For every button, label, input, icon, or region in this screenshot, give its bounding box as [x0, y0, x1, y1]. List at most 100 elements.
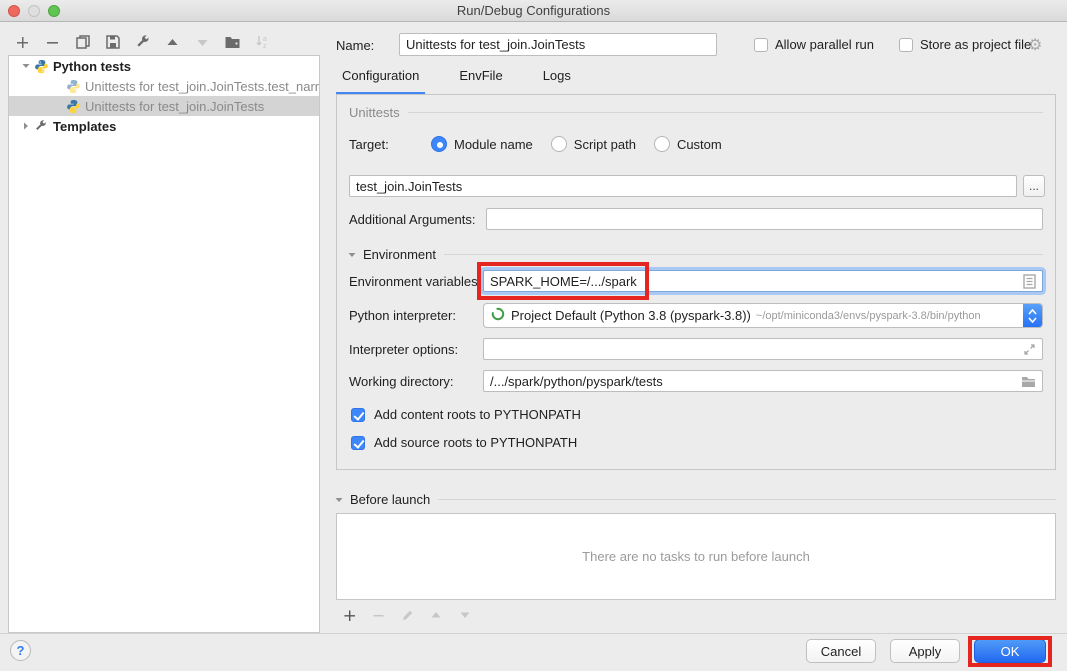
- module-name-value: test_join.JoinTests: [356, 179, 462, 194]
- svg-text:z: z: [263, 43, 267, 50]
- working-directory-label: Working directory:: [349, 374, 454, 389]
- apply-button[interactable]: Apply: [890, 639, 960, 663]
- name-value: Unittests for test_join.JoinTests: [406, 37, 585, 52]
- tree-item-unittests-jointests[interactable]: Unittests for test_join.JoinTests: [9, 96, 319, 116]
- chevron-down-icon[interactable]: [19, 61, 33, 71]
- store-as-project-file-checkbox[interactable]: Store as project file: [899, 37, 1031, 52]
- before-launch-section-header[interactable]: Before launch: [334, 492, 1056, 507]
- module-name-input[interactable]: test_join.JoinTests: [349, 175, 1017, 197]
- chevron-right-icon[interactable]: [19, 121, 33, 131]
- select-stepper-icon[interactable]: [1023, 303, 1042, 328]
- before-launch-title: Before launch: [350, 492, 430, 507]
- checkbox-checked-icon[interactable]: [351, 436, 365, 450]
- unittests-section-header: Unittests: [349, 105, 1043, 120]
- configurations-toolbar: az: [14, 31, 271, 53]
- cancel-button[interactable]: Cancel: [806, 639, 876, 663]
- tree-item-label: Unittests for test_join.JoinTests: [85, 99, 264, 114]
- environment-variables-input[interactable]: SPARK_HOME=/.../spark: [483, 270, 1043, 292]
- remove-task-icon: [371, 608, 385, 622]
- tree-item-label: Templates: [53, 119, 116, 134]
- tree-item-unittests-test-narrow[interactable]: Unittests for test_join.JoinTests.test_n…: [9, 76, 319, 96]
- tree-item-templates[interactable]: Templates: [9, 116, 319, 136]
- environment-section-title: Environment: [363, 247, 436, 262]
- templates-wrench-icon: [33, 118, 49, 134]
- help-button[interactable]: ?: [10, 640, 31, 661]
- edit-task-icon: [400, 608, 414, 622]
- before-launch-task-list: There are no tasks to run before launch: [336, 513, 1056, 600]
- save-configuration-icon[interactable]: [104, 34, 121, 51]
- add-task-icon[interactable]: [342, 608, 356, 622]
- radio-custom-label: Custom: [677, 137, 722, 152]
- move-down-icon: [194, 34, 211, 51]
- config-tabs: Configuration EnvFile Logs: [336, 62, 577, 95]
- interpreter-name: Project Default (Python 3.8 (pyspark-3.8…: [511, 308, 751, 323]
- radio-selected-icon[interactable]: [431, 136, 447, 152]
- radio-module-name-label: Module name: [454, 137, 533, 152]
- chevron-down-icon[interactable]: [347, 250, 357, 260]
- move-up-icon[interactable]: [164, 34, 181, 51]
- before-launch-empty-message: There are no tasks to run before launch: [582, 549, 810, 564]
- interpreter-path: ~/opt/miniconda3/envs/pyspark-3.8/bin/py…: [756, 310, 1023, 322]
- new-folder-icon[interactable]: [224, 34, 241, 51]
- allow-parallel-run-checkbox[interactable]: Allow parallel run: [754, 37, 874, 52]
- interpreter-options-label: Interpreter options:: [349, 342, 458, 357]
- interpreter-options-input[interactable]: [483, 338, 1043, 360]
- additional-arguments-label: Additional Arguments:: [349, 212, 475, 227]
- add-content-roots-checkbox[interactable]: Add content roots to PYTHONPATH: [351, 407, 581, 422]
- footer-divider: [0, 633, 1067, 634]
- radio-module-name[interactable]: Module name: [431, 136, 533, 152]
- chevron-down-icon[interactable]: [334, 495, 344, 505]
- python-config-icon: [65, 98, 81, 114]
- svg-text:a: a: [263, 36, 267, 43]
- move-task-up-icon: [429, 608, 443, 622]
- tab-envfile[interactable]: EnvFile: [453, 62, 508, 95]
- section-divider: [444, 254, 1043, 255]
- add-configuration-icon[interactable]: [14, 34, 31, 51]
- working-directory-input[interactable]: /.../spark/python/pyspark/tests: [483, 370, 1043, 392]
- environment-variables-value: SPARK_HOME=/.../spark: [490, 274, 637, 289]
- radio-script-path-label: Script path: [574, 137, 636, 152]
- radio-custom[interactable]: Custom: [654, 136, 722, 152]
- python-config-icon: [65, 78, 81, 94]
- browse-module-button[interactable]: ...: [1023, 175, 1045, 197]
- section-divider: [438, 499, 1056, 500]
- name-label: Name:: [336, 38, 374, 53]
- remove-configuration-icon[interactable]: [44, 34, 61, 51]
- expand-field-icon[interactable]: [1023, 343, 1036, 356]
- before-launch-toolbar: [342, 608, 472, 622]
- checkbox-unchecked-icon[interactable]: [754, 38, 768, 52]
- target-label: Target:: [349, 137, 431, 152]
- add-source-roots-checkbox[interactable]: Add source roots to PYTHONPATH: [351, 435, 577, 450]
- radio-unselected-icon[interactable]: [551, 136, 567, 152]
- tab-logs[interactable]: Logs: [537, 62, 577, 95]
- name-input[interactable]: Unittests for test_join.JoinTests: [399, 33, 717, 56]
- radio-unselected-icon[interactable]: [654, 136, 670, 152]
- tree-item-label: Python tests: [53, 59, 131, 74]
- unittests-section-title: Unittests: [349, 105, 400, 120]
- allow-parallel-run-label: Allow parallel run: [775, 37, 874, 52]
- ok-button[interactable]: OK: [974, 639, 1046, 663]
- environment-variables-label: Environment variables:: [349, 274, 481, 289]
- edit-templates-icon[interactable]: [134, 34, 151, 51]
- add-source-roots-label: Add source roots to PYTHONPATH: [374, 435, 577, 450]
- run-debug-configurations-dialog: Run/Debug Configurations az: [0, 0, 1067, 671]
- title-bar: Run/Debug Configurations: [0, 0, 1067, 22]
- tree-item-python-tests[interactable]: Python tests: [9, 56, 319, 76]
- section-divider: [408, 112, 1043, 113]
- move-task-down-icon: [458, 608, 472, 622]
- python-interpreter-select[interactable]: Project Default (Python 3.8 (pyspark-3.8…: [483, 303, 1043, 328]
- tab-configuration[interactable]: Configuration: [336, 62, 425, 95]
- copy-configuration-icon[interactable]: [74, 34, 91, 51]
- environment-section-header[interactable]: Environment: [347, 247, 1043, 262]
- python-tests-icon: [33, 58, 49, 74]
- configurations-tree: Python tests Unittests for test_join.Joi…: [8, 55, 320, 633]
- checkbox-unchecked-icon[interactable]: [899, 38, 913, 52]
- additional-arguments-input[interactable]: [486, 208, 1043, 230]
- gear-icon[interactable]: ⚙: [1028, 35, 1042, 55]
- working-directory-value: /.../spark/python/pyspark/tests: [490, 374, 663, 389]
- env-vars-editor-icon[interactable]: [1023, 274, 1036, 289]
- checkbox-checked-icon[interactable]: [351, 408, 365, 422]
- window-title: Run/Debug Configurations: [0, 3, 1067, 18]
- radio-script-path[interactable]: Script path: [551, 136, 636, 152]
- folder-icon[interactable]: [1021, 375, 1036, 388]
